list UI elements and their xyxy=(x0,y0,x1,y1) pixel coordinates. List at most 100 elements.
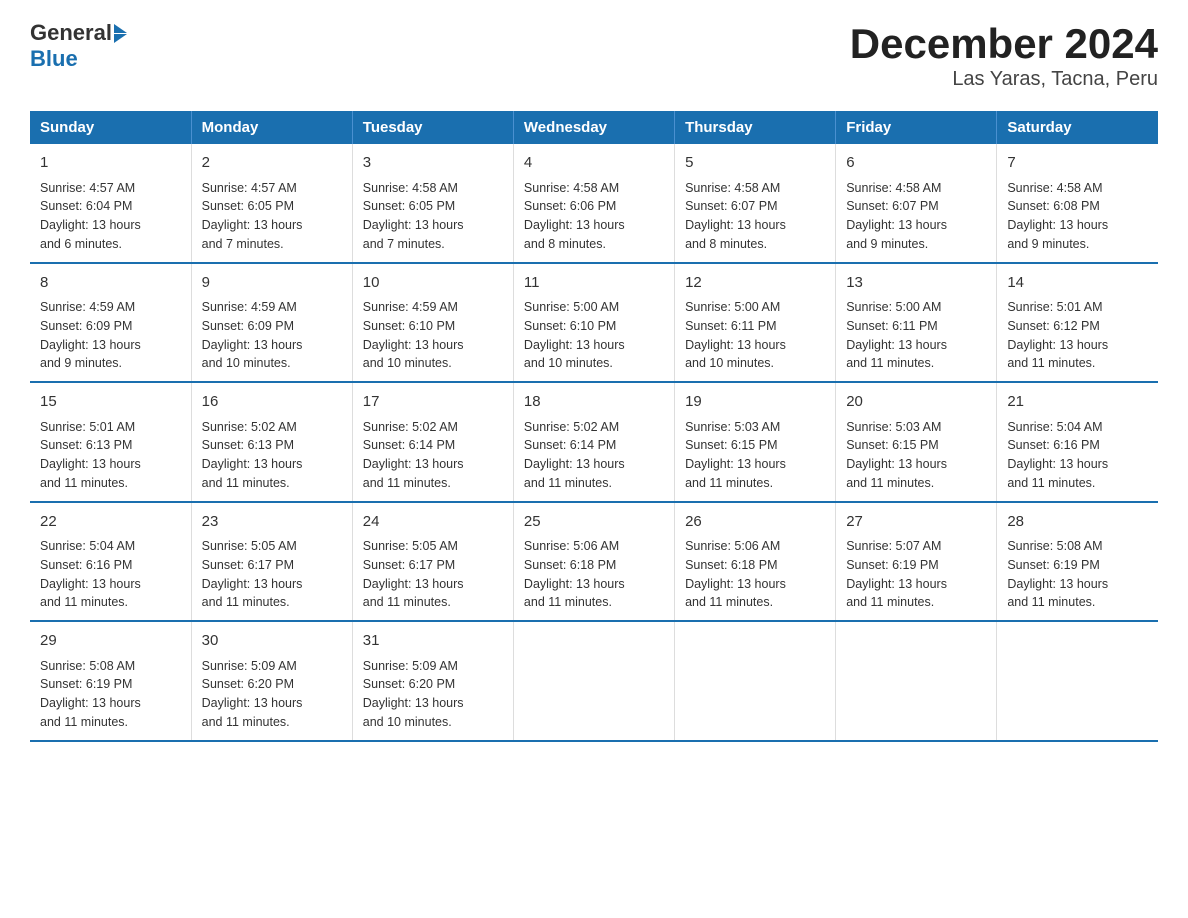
day-number: 15 xyxy=(40,391,181,414)
calendar-cell: 3Sunrise: 4:58 AM Sunset: 6:05 PM Daylig… xyxy=(352,144,513,263)
header-sunday: Sunday xyxy=(30,111,191,144)
day-number: 10 xyxy=(363,272,503,295)
page-header: General Blue December 2024 Las Yaras, Ta… xyxy=(30,20,1158,91)
day-info: Sunrise: 5:08 AM Sunset: 6:19 PM Dayligh… xyxy=(1007,537,1148,612)
calendar-cell: 31Sunrise: 5:09 AM Sunset: 6:20 PM Dayli… xyxy=(352,621,513,741)
day-info: Sunrise: 5:02 AM Sunset: 6:14 PM Dayligh… xyxy=(524,418,664,493)
day-info: Sunrise: 5:08 AM Sunset: 6:19 PM Dayligh… xyxy=(40,657,181,732)
day-number: 3 xyxy=(363,152,503,175)
day-number: 4 xyxy=(524,152,664,175)
calendar-cell: 23 Sunrise: 5:05 AM Sunset: 6:17 PM Dayli… xyxy=(191,502,352,622)
day-info: Sunrise: 4:57 AM Sunset: 6:04 PM Dayligh… xyxy=(40,179,181,254)
day-number: 30 xyxy=(202,630,342,653)
day-info: Sunrise: 5:01 AM Sunset: 6:12 PM Dayligh… xyxy=(1007,298,1148,373)
week-row-4: 22 Sunrise: 5:04 AM Sunset: 6:16 PM Dayli… xyxy=(30,502,1158,622)
day-number: 29 xyxy=(40,630,181,653)
calendar-cell: 25 Sunrise: 5:06 AM Sunset: 6:18 PM Dayli… xyxy=(513,502,674,622)
day-info: Sunrise: 5:03 AM Sunset: 6:15 PM Dayligh… xyxy=(846,418,986,493)
week-row-5: 29 Sunrise: 5:08 AM Sunset: 6:19 PM Dayli… xyxy=(30,621,1158,741)
page-subtitle: Las Yaras, Tacna, Peru xyxy=(850,68,1158,91)
day-info: Sunrise: 4:59 AM Sunset: 6:09 PM Dayligh… xyxy=(40,298,181,373)
day-info: Sunrise: 4:58 AM Sunset: 6:07 PM Dayligh… xyxy=(846,179,986,254)
day-info: Sunrise: 5:05 AM Sunset: 6:17 PM Dayligh… xyxy=(202,537,342,612)
calendar-cell: 2 Sunrise: 4:57 AM Sunset: 6:05 PM Daylig… xyxy=(191,144,352,263)
day-info: Sunrise: 4:59 AM Sunset: 6:09 PM Dayligh… xyxy=(202,298,342,373)
day-info: Sunrise: 5:07 AM Sunset: 6:19 PM Dayligh… xyxy=(846,537,986,612)
day-number: 17 xyxy=(363,391,503,414)
day-info: Sunrise: 4:57 AM Sunset: 6:05 PM Dayligh… xyxy=(202,179,342,254)
day-number: 12 xyxy=(685,272,825,295)
day-info: Sunrise: 4:58 AM Sunset: 6:08 PM Dayligh… xyxy=(1007,179,1148,254)
day-number: 31 xyxy=(363,630,503,653)
day-number: 23 xyxy=(202,511,342,534)
calendar-cell: 7 Sunrise: 4:58 AM Sunset: 6:08 PM Daylig… xyxy=(997,144,1158,263)
day-number: 21 xyxy=(1007,391,1148,414)
day-number: 20 xyxy=(846,391,986,414)
logo-blue: Blue xyxy=(30,46,78,72)
day-number: 13 xyxy=(846,272,986,295)
header-saturday: Saturday xyxy=(997,111,1158,144)
day-number: 28 xyxy=(1007,511,1148,534)
day-number: 5 xyxy=(685,152,825,175)
header-wednesday: Wednesday xyxy=(513,111,674,144)
day-info: Sunrise: 5:00 AM Sunset: 6:11 PM Dayligh… xyxy=(685,298,825,373)
day-number: 1 xyxy=(40,152,181,175)
day-info: Sunrise: 5:06 AM Sunset: 6:18 PM Dayligh… xyxy=(524,537,664,612)
week-row-1: 1 Sunrise: 4:57 AM Sunset: 6:04 PM Daylig… xyxy=(30,144,1158,263)
calendar-cell: 17Sunrise: 5:02 AM Sunset: 6:14 PM Dayli… xyxy=(352,382,513,502)
week-row-2: 8 Sunrise: 4:59 AM Sunset: 6:09 PM Daylig… xyxy=(30,263,1158,383)
day-info: Sunrise: 5:04 AM Sunset: 6:16 PM Dayligh… xyxy=(40,537,181,612)
day-info: Sunrise: 4:58 AM Sunset: 6:07 PM Dayligh… xyxy=(685,179,825,254)
day-number: 22 xyxy=(40,511,181,534)
calendar-cell: 11Sunrise: 5:00 AM Sunset: 6:10 PM Dayli… xyxy=(513,263,674,383)
day-info: Sunrise: 4:59 AM Sunset: 6:10 PM Dayligh… xyxy=(363,298,503,373)
day-number: 11 xyxy=(524,272,664,295)
day-info: Sunrise: 5:00 AM Sunset: 6:11 PM Dayligh… xyxy=(846,298,986,373)
calendar-cell xyxy=(997,621,1158,741)
calendar-cell: 22 Sunrise: 5:04 AM Sunset: 6:16 PM Dayli… xyxy=(30,502,191,622)
page-title: December 2024 xyxy=(850,20,1158,68)
day-number: 6 xyxy=(846,152,986,175)
logo: General Blue xyxy=(30,20,127,72)
day-info: Sunrise: 5:05 AM Sunset: 6:17 PM Dayligh… xyxy=(363,537,503,612)
calendar-cell: 10 Sunrise: 4:59 AM Sunset: 6:10 PM Dayli… xyxy=(352,263,513,383)
day-number: 8 xyxy=(40,272,181,295)
day-number: 7 xyxy=(1007,152,1148,175)
day-info: Sunrise: 5:01 AM Sunset: 6:13 PM Dayligh… xyxy=(40,418,181,493)
header-thursday: Thursday xyxy=(675,111,836,144)
calendar-cell: 5 Sunrise: 4:58 AM Sunset: 6:07 PM Daylig… xyxy=(675,144,836,263)
day-info: Sunrise: 5:03 AM Sunset: 6:15 PM Dayligh… xyxy=(685,418,825,493)
calendar-cell: 6 Sunrise: 4:58 AM Sunset: 6:07 PM Daylig… xyxy=(836,144,997,263)
calendar-cell: 24Sunrise: 5:05 AM Sunset: 6:17 PM Dayli… xyxy=(352,502,513,622)
day-info: Sunrise: 5:04 AM Sunset: 6:16 PM Dayligh… xyxy=(1007,418,1148,493)
calendar-cell: 16Sunrise: 5:02 AM Sunset: 6:13 PM Dayli… xyxy=(191,382,352,502)
calendar-cell: 15 Sunrise: 5:01 AM Sunset: 6:13 PM Dayli… xyxy=(30,382,191,502)
calendar-cell: 28 Sunrise: 5:08 AM Sunset: 6:19 PM Dayli… xyxy=(997,502,1158,622)
calendar-table: SundayMondayTuesdayWednesdayThursdayFrid… xyxy=(30,111,1158,742)
day-number: 2 xyxy=(202,152,342,175)
day-number: 18 xyxy=(524,391,664,414)
day-info: Sunrise: 5:02 AM Sunset: 6:13 PM Dayligh… xyxy=(202,418,342,493)
calendar-cell: 29 Sunrise: 5:08 AM Sunset: 6:19 PM Dayli… xyxy=(30,621,191,741)
calendar-cell xyxy=(675,621,836,741)
day-number: 25 xyxy=(524,511,664,534)
calendar-cell: 26 Sunrise: 5:06 AM Sunset: 6:18 PM Dayli… xyxy=(675,502,836,622)
calendar-cell: 14 Sunrise: 5:01 AM Sunset: 6:12 PM Dayli… xyxy=(997,263,1158,383)
header-tuesday: Tuesday xyxy=(352,111,513,144)
day-number: 19 xyxy=(685,391,825,414)
calendar-cell: 13 Sunrise: 5:00 AM Sunset: 6:11 PM Dayli… xyxy=(836,263,997,383)
calendar-cell xyxy=(836,621,997,741)
day-number: 26 xyxy=(685,511,825,534)
calendar-cell: 30Sunrise: 5:09 AM Sunset: 6:20 PM Dayli… xyxy=(191,621,352,741)
day-info: Sunrise: 4:58 AM Sunset: 6:06 PM Dayligh… xyxy=(524,179,664,254)
calendar-cell: 4 Sunrise: 4:58 AM Sunset: 6:06 PM Daylig… xyxy=(513,144,674,263)
day-number: 27 xyxy=(846,511,986,534)
header-friday: Friday xyxy=(836,111,997,144)
title-block: December 2024 Las Yaras, Tacna, Peru xyxy=(850,20,1158,91)
day-number: 9 xyxy=(202,272,342,295)
calendar-header-row: SundayMondayTuesdayWednesdayThursdayFrid… xyxy=(30,111,1158,144)
calendar-cell: 27 Sunrise: 5:07 AM Sunset: 6:19 PM Dayli… xyxy=(836,502,997,622)
day-info: Sunrise: 5:06 AM Sunset: 6:18 PM Dayligh… xyxy=(685,537,825,612)
day-number: 14 xyxy=(1007,272,1148,295)
calendar-cell: 12 Sunrise: 5:00 AM Sunset: 6:11 PM Dayli… xyxy=(675,263,836,383)
